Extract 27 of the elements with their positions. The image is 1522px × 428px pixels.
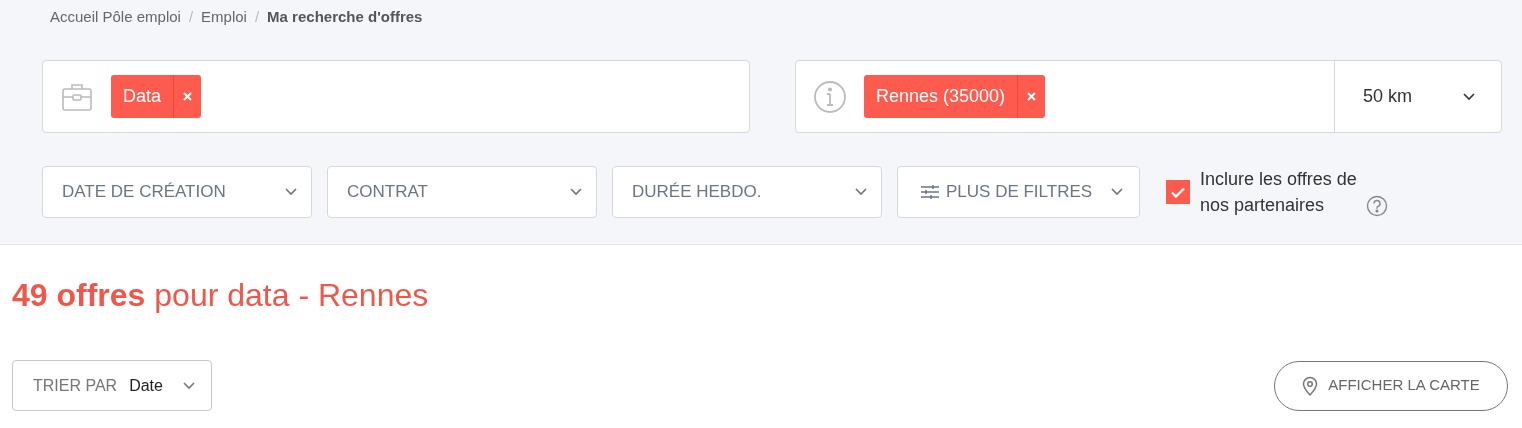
sort-select[interactable]: TRIER PAR Date xyxy=(12,360,212,411)
results-title: 49 offres pour data - Rennes xyxy=(12,276,430,315)
checkbox[interactable] xyxy=(1166,180,1190,204)
help-icon[interactable] xyxy=(1366,195,1388,217)
breadcrumb-current[interactable]: Ma recherche d'offres xyxy=(267,5,423,29)
chevron-down-icon xyxy=(285,188,297,196)
location-pin-icon xyxy=(1302,375,1319,396)
more-filters-button[interactable]: PLUS DE FILTRES xyxy=(897,166,1140,218)
breadcrumb-link[interactable]: Emploi xyxy=(201,5,247,29)
filter-select[interactable]: DATE DE CRÉATION xyxy=(42,166,312,218)
checkmark-icon xyxy=(1171,186,1185,198)
close-icon xyxy=(183,92,193,101)
breadcrumb-link[interactable]: Accueil Pôle emploi xyxy=(50,5,181,29)
chevron-down-icon xyxy=(1111,188,1123,196)
briefcase-icon xyxy=(61,81,93,112)
tag-label: Data xyxy=(122,85,163,108)
partners-label: Inclure les offres de nos partenaires xyxy=(1200,168,1358,217)
chevron-down-icon xyxy=(183,381,195,390)
breadcrumb-separator: / xyxy=(254,6,260,27)
map-button[interactable]: AFFICHER LA CARTE xyxy=(1274,360,1508,411)
filter-select[interactable]: DURÉE HEBDO. xyxy=(612,166,882,218)
sliders-icon xyxy=(920,184,940,200)
chevron-down-icon xyxy=(855,188,867,196)
chevron-down-icon xyxy=(570,188,582,196)
breadcrumb-separator: / xyxy=(188,6,194,27)
keyword-field[interactable]: Data xyxy=(42,60,750,133)
filter-select[interactable]: CONTRAT xyxy=(327,166,597,218)
